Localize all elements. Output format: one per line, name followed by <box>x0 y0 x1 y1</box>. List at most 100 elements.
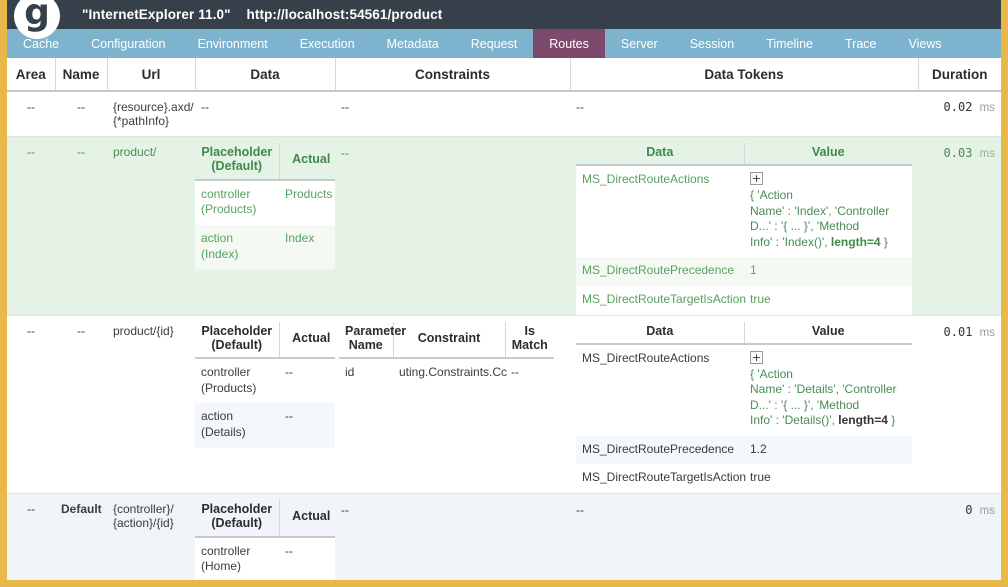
constraint-is-match: -- <box>505 358 554 388</box>
duration-unit: ms <box>979 148 995 160</box>
placeholder-name: action <box>201 409 234 424</box>
token-value-line: Info' : 'Details()', <box>750 413 839 428</box>
routes-table-head: Area Name Url Data Constraints Data Toke… <box>7 58 1001 92</box>
token-value-line: { 'Action <box>750 366 793 381</box>
data-placeholder-table: Placeholder (Default) Actual controller … <box>195 143 343 270</box>
token-value-line: D...' : '{ ... }', 'Method <box>750 219 860 234</box>
tab-views[interactable]: Views <box>892 29 957 58</box>
table-row[interactable]: -- -- product/{id} Placeholder (Default)… <box>7 315 1001 495</box>
constraints-col-parameter-name: Parameter Name <box>339 321 407 360</box>
tab-timeline[interactable]: Timeline <box>750 29 829 58</box>
data-placeholder-table: Placeholder (Default) Actual controller … <box>195 321 343 448</box>
actual-cell: Index <box>279 224 343 270</box>
constraint-value: uting.Constraints.Cc <box>393 358 507 388</box>
tab-server[interactable]: Server <box>605 29 674 58</box>
titlebar: g "InternetExplorer 11.0" http://localho… <box>7 0 1001 39</box>
token-value-line: { 'Action <box>750 187 793 202</box>
tabbar[interactable]: Cache Configuration Environment Executio… <box>7 29 1001 58</box>
placeholder-default: (Products) <box>201 380 257 395</box>
token-key: MS_DirectRoutePrecedence <box>576 435 744 465</box>
table-row[interactable]: -- -- product/ Placeholder (Default) Act… <box>7 136 1001 316</box>
row-name: -- <box>55 91 107 137</box>
table-row[interactable]: -- Default {controller}/ {action}/{id} P… <box>7 493 1001 580</box>
inner-col-actual: Actual <box>279 321 343 360</box>
row-area: -- <box>7 493 55 580</box>
token-key: MS_DirectRouteTargetIsAction <box>576 285 746 315</box>
duration-unit: ms <box>979 505 995 518</box>
actual-cell: -- <box>279 403 343 448</box>
inner-col-actual: Actual <box>279 143 343 181</box>
tab-configuration[interactable]: Configuration <box>75 29 181 58</box>
tab-routes[interactable]: Routes <box>533 29 605 58</box>
row-name: -- <box>55 136 107 316</box>
is-match-header-line1: Is <box>524 323 535 338</box>
row-area: -- <box>7 136 55 316</box>
request-url: http://localhost:54561/product <box>246 7 443 22</box>
col-header-url: Url <box>107 58 196 92</box>
glimpse-g-glyph: g <box>24 0 50 33</box>
token-row: MS_DirectRouteTargetIsAction true <box>576 285 912 315</box>
tokens-col-value: Value <box>744 321 912 345</box>
col-header-duration: Duration <box>918 58 1001 92</box>
row-duration: 0.03 ms <box>918 136 1001 316</box>
token-value-tail: } <box>887 413 896 428</box>
tab-environment[interactable]: Environment <box>182 29 284 58</box>
duration-value: 0.03 <box>943 146 973 160</box>
row-duration: 0 ms <box>918 493 1001 580</box>
data-row: controller (Products) Products <box>195 179 343 225</box>
actual-cell: Products <box>279 179 343 225</box>
tab-request[interactable]: Request <box>455 29 534 58</box>
row-name-text: Default <box>61 502 102 517</box>
placeholder-header-line1: Placeholder <box>201 502 273 517</box>
row-duration: 0.02 ms <box>918 91 1001 137</box>
tab-metadata[interactable]: Metadata <box>371 29 455 58</box>
actual-cell: -- <box>279 536 343 580</box>
token-key: MS_DirectRouteTargetIsAction <box>576 464 746 494</box>
expand-plus-icon[interactable]: + <box>750 172 763 186</box>
token-value-text: { 'Action Name' : 'Details', 'Controller D… <box>750 367 897 429</box>
token-value-line: Name' : 'Details', 'Controller <box>750 382 897 397</box>
parameter-name-header-line1: Parameter <box>345 323 407 338</box>
row-url: product/{id} <box>107 315 195 495</box>
row-data: Placeholder (Default) Actual controller … <box>195 136 343 316</box>
expand-plus-icon[interactable]: + <box>750 350 763 364</box>
row-data: Placeholder (Default) Actual controller … <box>195 493 343 580</box>
row-name: -- <box>55 315 107 495</box>
placeholder-cell: controller (Home) <box>195 536 279 580</box>
placeholder-name: controller <box>201 365 251 380</box>
actual-cell: -- <box>279 358 343 404</box>
tab-trace[interactable]: Trace <box>829 29 893 58</box>
tab-session[interactable]: Session <box>674 29 750 58</box>
row-url: {resource}.axd/ {*pathInfo} <box>107 91 195 137</box>
token-key: MS_DirectRouteActions <box>576 343 744 436</box>
inner-col-placeholder: Placeholder (Default) <box>195 500 280 538</box>
table-row[interactable]: -- -- {resource}.axd/ {*pathInfo} -- -- … <box>7 91 1001 137</box>
token-row: MS_DirectRouteTargetIsAction true <box>576 464 912 494</box>
token-value-line: Info' : 'Index()', <box>750 234 831 249</box>
constraints-col-is-match: Is Match <box>505 321 554 360</box>
token-row: MS_DirectRoutePrecedence 1 <box>576 257 912 286</box>
placeholder-default: (Details) <box>201 425 246 440</box>
placeholder-header-line2: (Default) <box>211 516 263 531</box>
col-header-area: Area <box>7 58 56 92</box>
row-url: product/ <box>107 136 195 316</box>
token-value: 1 <box>744 257 912 286</box>
duration-unit: ms <box>979 102 995 114</box>
row-duration: 0.01 ms <box>918 315 1001 495</box>
row-data: -- <box>195 91 335 137</box>
row-url-line1: {controller}/ <box>113 502 174 517</box>
token-value-tail: } <box>880 234 888 249</box>
row-constraints: -- <box>335 136 570 316</box>
placeholder-header-line2: (Default) <box>211 337 263 352</box>
row-constraints: Parameter Name Constraint Is Match id ut… <box>335 315 570 495</box>
row-area: -- <box>7 91 55 137</box>
row-url-line2: {*pathInfo} <box>113 114 170 128</box>
tab-execution[interactable]: Execution <box>284 29 371 58</box>
routes-header-row: Area Name Url Data Constraints Data Toke… <box>7 58 1001 92</box>
glimpse-logo-icon: g <box>14 0 60 39</box>
row-data: Placeholder (Default) Actual controller … <box>195 315 343 495</box>
placeholder-header-line1: Placeholder <box>201 323 273 338</box>
data-row: action (Details) -- <box>195 403 343 448</box>
row-area: -- <box>7 315 55 495</box>
token-value: + { 'Action Name' : 'Details', 'Controller… <box>744 343 912 436</box>
